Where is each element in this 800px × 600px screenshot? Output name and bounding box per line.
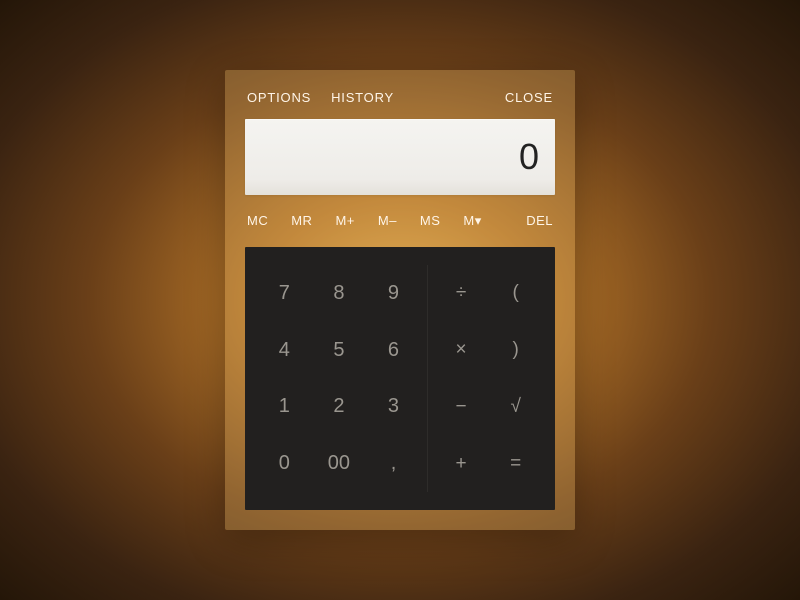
key-divide[interactable]: ÷ (434, 265, 489, 322)
key-8[interactable]: 8 (312, 265, 367, 322)
key-add[interactable]: + (434, 435, 489, 492)
history-menu[interactable]: HISTORY (331, 90, 394, 105)
key-7[interactable]: 7 (257, 265, 312, 322)
key-multiply[interactable]: × (434, 322, 489, 379)
key-2[interactable]: 2 (312, 379, 367, 436)
key-4[interactable]: 4 (257, 322, 312, 379)
key-3[interactable]: 3 (366, 379, 421, 436)
key-lparen[interactable]: ( (488, 265, 543, 322)
memory-subtract[interactable]: M– (378, 213, 397, 229)
menu-bar: OPTIONS HISTORY CLOSE (245, 90, 555, 105)
memory-clear[interactable]: MC (247, 213, 268, 229)
memory-add[interactable]: M+ (335, 213, 354, 229)
key-0[interactable]: 0 (257, 435, 312, 492)
display: 0 (245, 119, 555, 195)
key-5[interactable]: 5 (312, 322, 367, 379)
key-00[interactable]: 00 (312, 435, 367, 492)
delete-button[interactable]: DEL (526, 213, 553, 229)
key-sqrt[interactable]: √ (488, 379, 543, 436)
key-subtract[interactable]: − (434, 379, 489, 436)
calculator-panel: OPTIONS HISTORY CLOSE 0 MC MR M+ M– MS M… (225, 70, 575, 530)
operator-pad: ÷ ( × ) − √ + = (428, 265, 543, 492)
key-decimal[interactable]: , (366, 435, 421, 492)
options-menu[interactable]: OPTIONS (247, 90, 311, 105)
number-pad: 7 8 9 4 5 6 1 2 3 0 00 , (257, 265, 428, 492)
memory-menu[interactable]: M▾ (463, 213, 481, 229)
key-9[interactable]: 9 (366, 265, 421, 322)
key-1[interactable]: 1 (257, 379, 312, 436)
key-6[interactable]: 6 (366, 322, 421, 379)
key-rparen[interactable]: ) (488, 322, 543, 379)
memory-row: MC MR M+ M– MS M▾ DEL (245, 213, 555, 229)
close-button[interactable]: CLOSE (505, 90, 553, 105)
memory-recall[interactable]: MR (291, 213, 312, 229)
display-value: 0 (519, 136, 539, 178)
keypad: 7 8 9 4 5 6 1 2 3 0 00 , ÷ ( × ) − √ + = (245, 247, 555, 510)
memory-store[interactable]: MS (420, 213, 441, 229)
key-equals[interactable]: = (488, 435, 543, 492)
